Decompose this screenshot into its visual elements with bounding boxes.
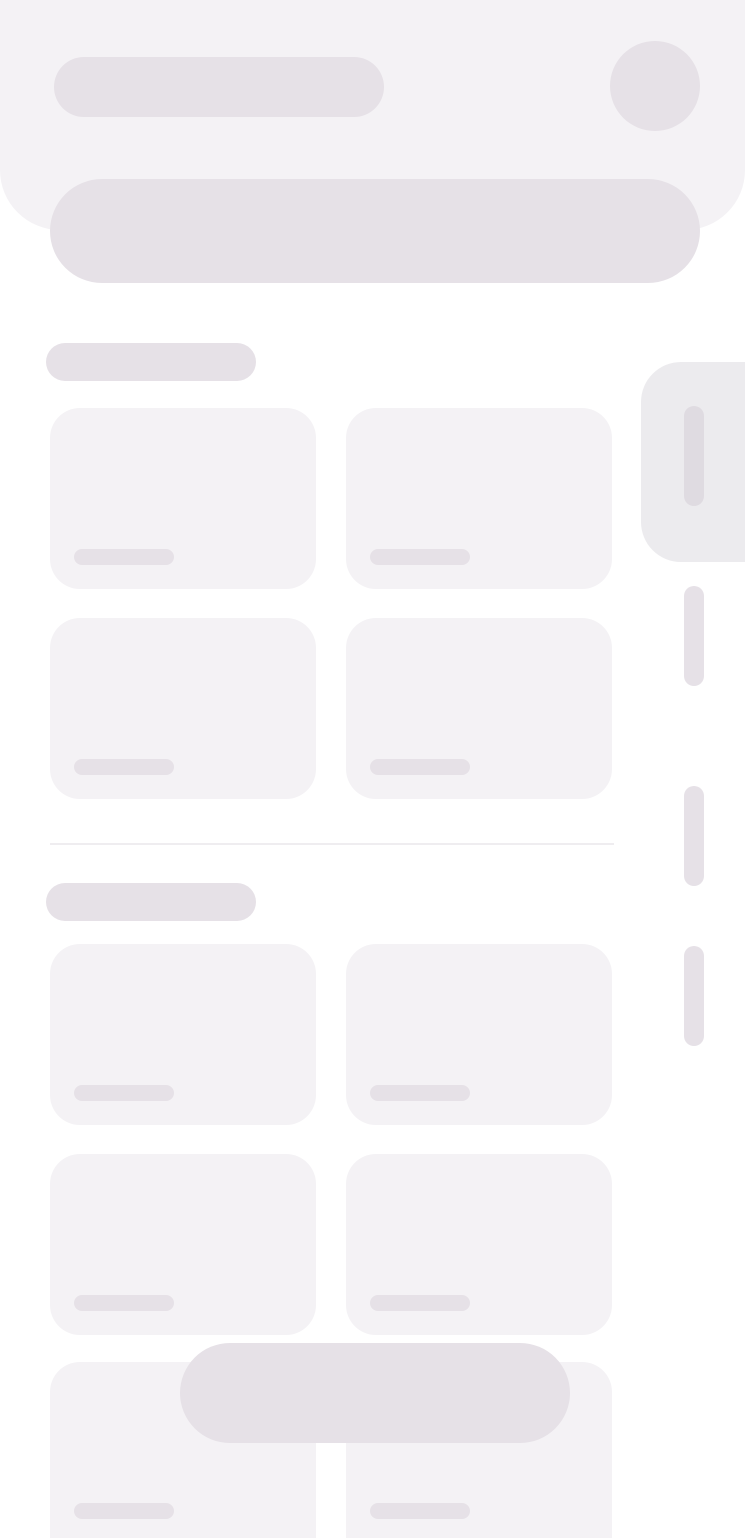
grid-card[interactable] <box>50 408 316 589</box>
card-label-placeholder <box>74 759 174 775</box>
grid-card[interactable] <box>346 1154 612 1335</box>
floating-action-button[interactable] <box>180 1343 570 1443</box>
grid-card[interactable] <box>346 408 612 589</box>
page-title-placeholder <box>54 57 384 117</box>
card-label-placeholder <box>370 1295 470 1311</box>
card-label-placeholder <box>74 549 174 565</box>
card-label-placeholder <box>370 1503 470 1519</box>
card-label-placeholder <box>370 549 470 565</box>
card-label-placeholder <box>74 1295 174 1311</box>
grid-card[interactable] <box>50 618 316 799</box>
grid-card[interactable] <box>50 1154 316 1335</box>
card-label-placeholder <box>74 1085 174 1101</box>
rail-item[interactable] <box>684 946 704 1046</box>
search-input[interactable] <box>50 179 700 283</box>
section-title-placeholder <box>46 343 256 381</box>
rail-item[interactable] <box>684 586 704 686</box>
grid-card[interactable] <box>346 944 612 1125</box>
grid-card[interactable] <box>346 618 612 799</box>
avatar[interactable] <box>610 41 700 131</box>
card-label-placeholder <box>370 759 470 775</box>
card-label-placeholder <box>74 1503 174 1519</box>
rail-item[interactable] <box>684 786 704 886</box>
card-label-placeholder <box>370 1085 470 1101</box>
grid-card[interactable] <box>50 944 316 1125</box>
section-divider <box>50 843 614 845</box>
section-title-placeholder <box>46 883 256 921</box>
rail-item[interactable] <box>684 406 704 506</box>
